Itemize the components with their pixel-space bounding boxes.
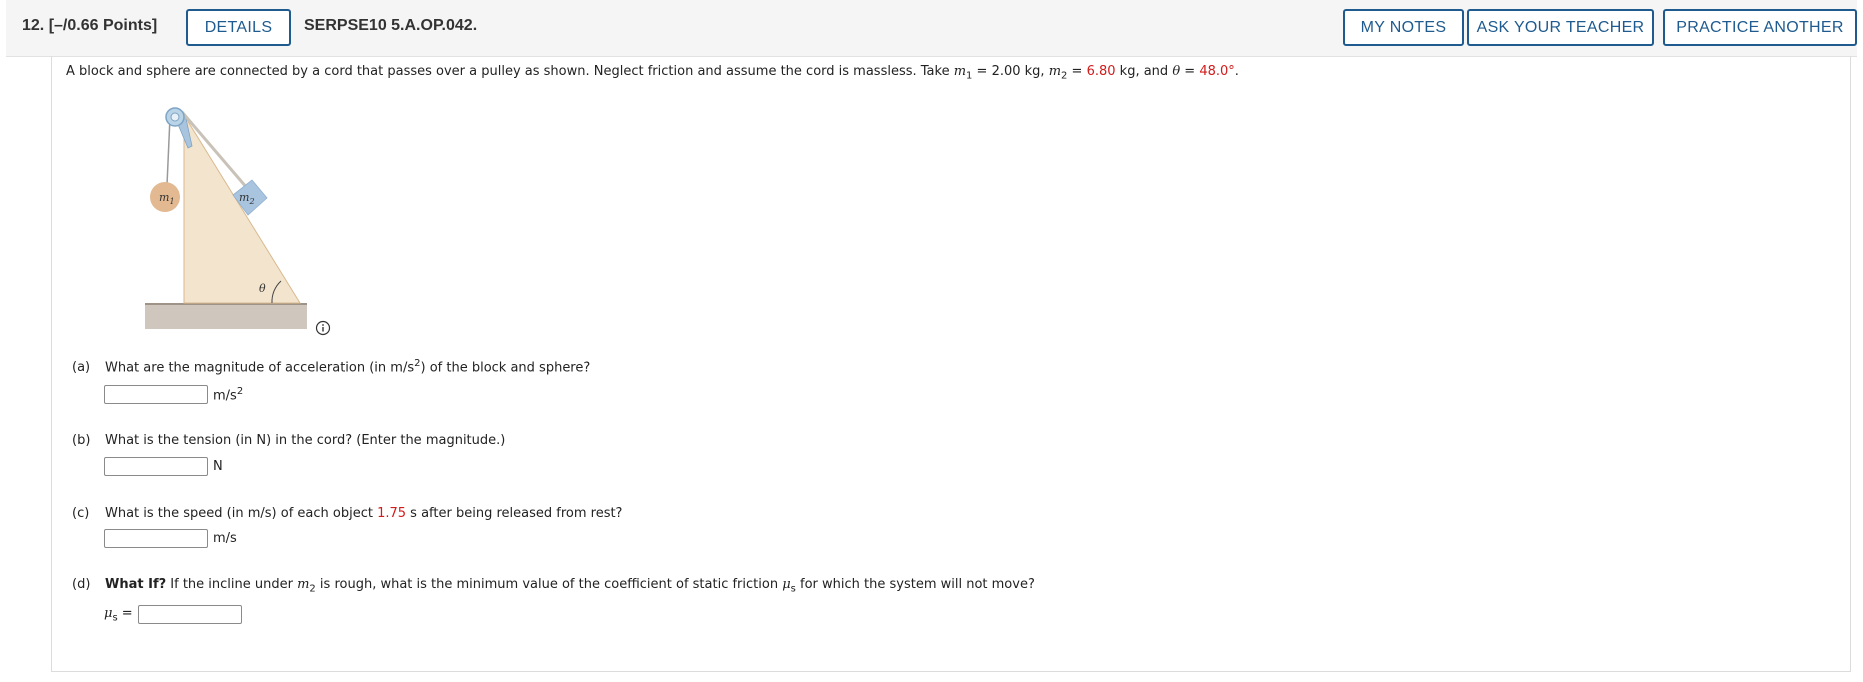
part-c-text-post: s after being released from rest? <box>406 506 623 521</box>
part-b-question: (b) What is the tension (in N) in the cor… <box>72 433 505 448</box>
part-a-text2: ) of the block and sphere? <box>420 360 591 376</box>
theta-value: 48.0° <box>1199 64 1235 79</box>
part-d-text-pre: If the incline under <box>166 577 298 592</box>
theta-eq: = <box>1180 64 1200 79</box>
part-d-mu-symbol: μ <box>782 577 791 592</box>
problem-end: . <box>1234 64 1239 79</box>
part-d-m-symbol: m <box>297 577 310 592</box>
ask-teacher-label: ASK YOUR TEACHER <box>1476 18 1645 36</box>
ground <box>145 303 307 329</box>
m2-value: 6.80 <box>1086 64 1116 79</box>
part-a-letter: (a) <box>72 360 91 376</box>
info-icon[interactable] <box>315 320 331 336</box>
part-d-answer-row: μs = <box>104 605 242 624</box>
part-c-time-value: 1.75 <box>377 506 407 521</box>
cord-vertical <box>166 116 171 186</box>
part-d-letter: (d) <box>72 577 91 592</box>
incline-wedge <box>183 113 301 304</box>
part-d-text-post: is rough, what is the minimum value of t… <box>315 577 783 592</box>
theta-symbol: θ <box>1172 64 1181 79</box>
part-d-answer-input[interactable] <box>137 605 242 624</box>
theta-figure-label: θ <box>259 282 266 295</box>
part-b-answer-input[interactable] <box>104 457 208 476</box>
part-b-letter: (b) <box>72 433 91 448</box>
problem-statement: A block and sphere are connected by a co… <box>66 64 1239 82</box>
part-d-bold: What If? <box>105 577 167 592</box>
part-d-question: (d) What If? If the incline under m2 is r… <box>72 577 1035 595</box>
part-d-text-end: for which the system will not move? <box>795 577 1035 592</box>
part-b-answer-row: N <box>104 457 223 476</box>
question-number: 12. <box>22 17 45 34</box>
part-a-question: (a) What are the magnitude of acceleratio… <box>72 358 590 375</box>
m1-symbol: m <box>953 64 967 79</box>
part-b-unit: N <box>213 459 223 474</box>
m2-symbol: m <box>1048 64 1062 79</box>
pulley-hub <box>170 112 180 122</box>
details-button[interactable]: DETAILS <box>186 9 291 46</box>
part-a-unit: m/s2 <box>213 385 244 404</box>
part-c-answer-input[interactable] <box>104 529 208 548</box>
part-a-text: What are the magnitude of acceleration (… <box>105 360 415 376</box>
part-a-answer-row: m/s2 <box>104 385 243 404</box>
practice-another-button[interactable]: PRACTICE ANOTHER <box>1663 9 1857 46</box>
my-notes-label: MY NOTES <box>1360 18 1447 36</box>
part-c-unit: m/s <box>213 531 237 546</box>
part-b-text: What is the tension (in N) in the cord? … <box>105 433 506 448</box>
part-c-text-pre: What is the speed (in m/s) of each objec… <box>105 506 378 521</box>
part-c-question: (c) What is the speed (in m/s) of each ob… <box>72 506 622 521</box>
part-c-answer-row: m/s <box>104 529 237 548</box>
part-d-answer-label: μs = <box>104 605 133 624</box>
question-number-points: 12. [–/0.66 Points] <box>22 17 157 35</box>
m2-eq: = <box>1067 64 1087 79</box>
problem-intro: A block and sphere are connected by a co… <box>66 64 954 79</box>
part-c-letter: (c) <box>72 506 90 521</box>
question-header: 12. [–/0.66 Points] DETAILS SERPSE10 5.A… <box>6 0 1857 57</box>
ask-your-teacher-button[interactable]: ASK YOUR TEACHER <box>1467 9 1654 46</box>
details-label: DETAILS <box>204 18 273 36</box>
m1-value: = 2.00 kg, <box>972 64 1049 79</box>
points-label: [–/0.66 Points] <box>48 17 158 34</box>
question-id: SERPSE10 5.A.OP.042. <box>304 17 478 34</box>
m2-unit: kg, and <box>1115 64 1173 79</box>
my-notes-button[interactable]: MY NOTES <box>1343 9 1464 46</box>
part-a-answer-input[interactable] <box>104 385 208 404</box>
pulley-incline-figure: m1 m2 θ <box>145 107 307 329</box>
practice-another-label: PRACTICE ANOTHER <box>1676 18 1844 36</box>
